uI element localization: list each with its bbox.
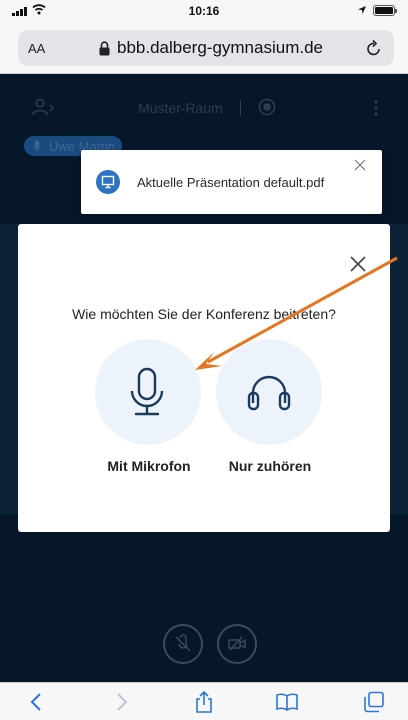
talker-microphone-icon bbox=[33, 140, 41, 152]
back-icon[interactable] bbox=[26, 691, 48, 713]
camera-button[interactable] bbox=[217, 624, 257, 664]
mute-button[interactable] bbox=[163, 624, 203, 664]
microphone-option-circle[interactable] bbox=[95, 339, 201, 445]
status-time: 10:16 bbox=[188, 4, 220, 18]
modal-title: Wie möchten Sie der Konferenz beitreten? bbox=[72, 306, 336, 322]
text-size-button[interactable]: AA bbox=[28, 41, 45, 56]
forward-icon[interactable] bbox=[110, 691, 132, 713]
battery-icon bbox=[373, 5, 397, 16]
share-icon[interactable] bbox=[193, 691, 215, 713]
room-name: Muster-Raum bbox=[138, 100, 223, 116]
safari-toolbar bbox=[0, 682, 408, 720]
headphones-icon bbox=[247, 375, 291, 411]
microphone-option-label[interactable]: Mit Mikrofon bbox=[95, 458, 203, 474]
listen-only-option-circle[interactable] bbox=[216, 339, 322, 445]
audio-join-modal: Wie möchten Sie der Konferenz beitreten?… bbox=[18, 224, 390, 532]
navbar-divider bbox=[240, 100, 241, 116]
url-display[interactable]: bbb.dalberg-gymnasium.de bbox=[68, 38, 354, 58]
microphone-icon bbox=[130, 367, 164, 416]
record-icon[interactable] bbox=[258, 98, 276, 116]
presentation-toast: Aktuelle Präsentation default.pdf bbox=[81, 150, 382, 214]
camera-off-icon bbox=[228, 636, 246, 651]
reload-icon[interactable] bbox=[366, 39, 382, 57]
lock-icon bbox=[99, 40, 110, 55]
status-bar: 10:16 bbox=[0, 0, 408, 22]
options-menu-icon[interactable] bbox=[374, 100, 378, 116]
presentation-icon bbox=[96, 170, 120, 194]
location-icon bbox=[358, 6, 366, 14]
join-with-microphone-button[interactable]: Mit Mikrofon bbox=[95, 339, 203, 474]
user-list-toggle-icon[interactable] bbox=[32, 98, 54, 116]
modal-close-icon[interactable] bbox=[349, 255, 367, 273]
phone-screen: 10:16 AA bbb.dalberg-gymnasium.de Muster… bbox=[0, 0, 408, 720]
bbb-conference-page: Muster-Raum Uwe Martin Aktuelle Präsenta… bbox=[0, 74, 408, 682]
microphone-off-icon bbox=[175, 634, 191, 652]
address-bar[interactable]: AA bbb.dalberg-gymnasium.de bbox=[18, 30, 394, 66]
tabs-icon[interactable] bbox=[363, 691, 385, 713]
safari-address-area: AA bbb.dalberg-gymnasium.de bbox=[0, 22, 408, 74]
url-text: bbb.dalberg-gymnasium.de bbox=[116, 38, 323, 57]
listen-only-button[interactable]: Nur zuhören bbox=[216, 339, 324, 474]
toast-message: Aktuelle Präsentation default.pdf bbox=[137, 175, 325, 190]
bookmarks-icon[interactable] bbox=[276, 691, 298, 713]
listen-only-label[interactable]: Nur zuhören bbox=[216, 458, 324, 474]
toast-close-icon[interactable] bbox=[354, 159, 366, 171]
